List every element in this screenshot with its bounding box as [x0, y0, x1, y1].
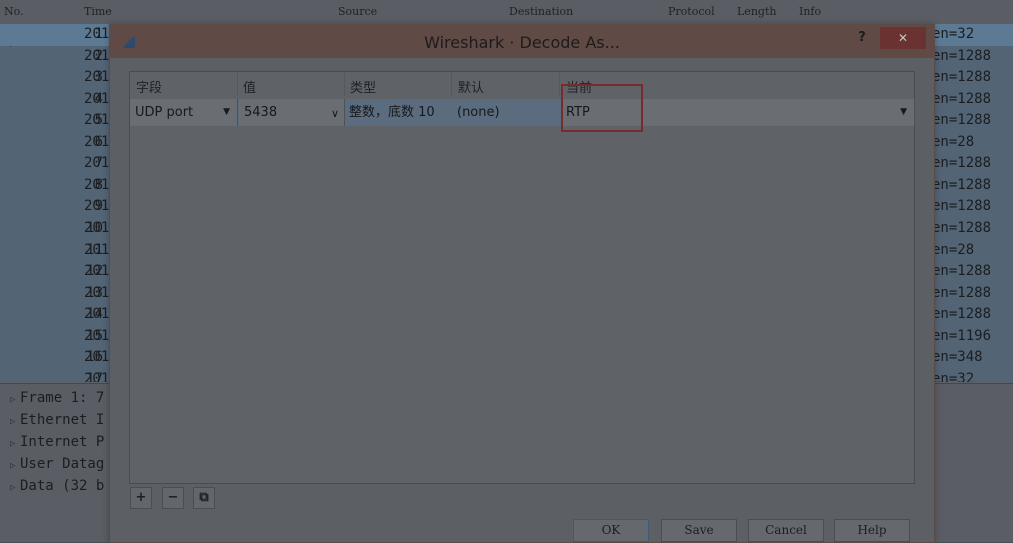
header-default[interactable]: 默认	[458, 77, 484, 96]
packet-info: en=32	[932, 370, 975, 382]
expand-arrow-icon[interactable]: ▷	[10, 417, 20, 427]
packet-info: en=1288	[932, 47, 992, 64]
decode-as-dialog: Wireshark · Decode As... ? ✕ 字段 值 类型 默认 …	[109, 24, 935, 543]
header-value[interactable]: 值	[243, 77, 256, 96]
ok-button[interactable]: OK	[573, 519, 649, 542]
table-header: 字段 值 类型 默认 当前	[130, 72, 914, 96]
packet-info: en=348	[932, 349, 983, 366]
column-length[interactable]: Length	[737, 5, 776, 18]
packet-list-header: No. Time Source Destination Protocol Len…	[0, 0, 1013, 25]
header-field[interactable]: 字段	[136, 77, 162, 96]
dialog-title: Wireshark · Decode As...	[424, 33, 620, 52]
column-source[interactable]: Source	[338, 5, 377, 18]
decode-as-table[interactable]: 字段 值 类型 默认 当前 UDP port ▼ 5438 ∨ 整数，底数 10	[129, 71, 915, 484]
packet-time: 201	[84, 263, 110, 280]
packet-info: en=1288	[932, 263, 992, 280]
help-button[interactable]: Help	[834, 519, 910, 542]
packet-time: 201	[84, 306, 110, 323]
expand-arrow-icon[interactable]: ▷	[10, 461, 20, 471]
dropdown-arrow-icon[interactable]: ▼	[223, 99, 230, 126]
save-button[interactable]: Save	[661, 519, 737, 542]
packet-info: en=1288	[932, 155, 992, 172]
packet-time: 201	[84, 26, 110, 42]
detail-row-frame[interactable]: ▷ Frame 1: 7	[10, 390, 104, 411]
highlight-box	[561, 84, 643, 132]
packet-time: 201	[84, 176, 110, 193]
packet-time: 201	[84, 219, 110, 236]
packet-info: en=1196	[932, 327, 992, 344]
chevron-down-icon[interactable]: ∨	[331, 100, 339, 127]
packet-time: 201	[84, 47, 110, 64]
type-cell: 整数，底数 10	[349, 105, 435, 120]
add-row-button[interactable]: +	[130, 487, 152, 509]
dropdown-arrow-icon[interactable]: ▼	[900, 99, 907, 126]
packet-info: en=28	[932, 241, 975, 258]
detail-row-udp[interactable]: ▷ User Datag	[10, 456, 104, 477]
packet-time: 201	[84, 69, 110, 86]
column-destination[interactable]: Destination	[509, 5, 573, 18]
field-combobox[interactable]: UDP port ▼	[130, 99, 238, 126]
table-row[interactable]: UDP port ▼ 5438 ∨ 整数，底数 10 (none) RTP ▼	[130, 99, 915, 126]
packet-info: en=1288	[932, 198, 992, 215]
packet-info: en=1288	[932, 306, 992, 323]
expand-arrow-icon[interactable]: ▷	[10, 395, 20, 405]
remove-row-button[interactable]: −	[162, 487, 184, 509]
packet-time: 201	[84, 327, 110, 344]
packet-info: en=1288	[932, 284, 992, 301]
packet-info: en=28	[932, 133, 975, 150]
packet-time: 201	[84, 198, 110, 215]
expand-arrow-icon[interactable]: ▷	[10, 439, 20, 449]
value-text: 5438	[244, 105, 278, 120]
value-combobox[interactable]: 5438 ∨	[239, 99, 345, 126]
column-time[interactable]: Time	[84, 5, 112, 18]
column-divider	[237, 72, 238, 96]
packet-time: 201	[84, 284, 110, 301]
column-divider	[559, 72, 560, 96]
packet-info: en=1288	[932, 176, 992, 193]
default-cell: (none)	[457, 105, 500, 120]
packet-time: 201	[84, 155, 110, 172]
packet-time: 201	[84, 90, 110, 107]
dialog-titlebar[interactable]: Wireshark · Decode As... ? ✕	[110, 25, 934, 58]
detail-row-ethernet[interactable]: ▷ Ethernet I	[10, 412, 104, 433]
column-divider	[451, 72, 452, 96]
help-icon-button[interactable]: ?	[854, 30, 870, 50]
column-info[interactable]: Info	[799, 5, 821, 18]
packet-time: 201	[84, 370, 110, 382]
detail-row-data[interactable]: ▷ Data (32 b	[10, 478, 104, 499]
packet-info: en=1288	[932, 69, 992, 86]
packet-info: en=32	[932, 26, 975, 42]
packet-time: 201	[84, 133, 110, 150]
cancel-button[interactable]: Cancel	[748, 519, 824, 542]
close-button[interactable]: ✕	[880, 27, 926, 49]
column-no[interactable]: No.	[4, 5, 24, 18]
field-value: UDP port	[135, 105, 194, 120]
detail-row-ip[interactable]: ▷ Internet P	[10, 434, 104, 455]
column-protocol[interactable]: Protocol	[668, 5, 715, 18]
packet-info: en=1288	[932, 219, 992, 236]
packet-time: 201	[84, 112, 110, 129]
copy-row-button[interactable]: ⧉	[193, 487, 215, 509]
packet-time: 201	[84, 349, 110, 366]
packet-info: en=1288	[932, 112, 992, 129]
packet-info: en=1288	[932, 90, 992, 107]
header-type[interactable]: 类型	[350, 77, 376, 96]
expand-arrow-icon[interactable]: ▷	[10, 483, 20, 493]
packet-time: 201	[84, 241, 110, 258]
column-divider	[344, 72, 345, 96]
